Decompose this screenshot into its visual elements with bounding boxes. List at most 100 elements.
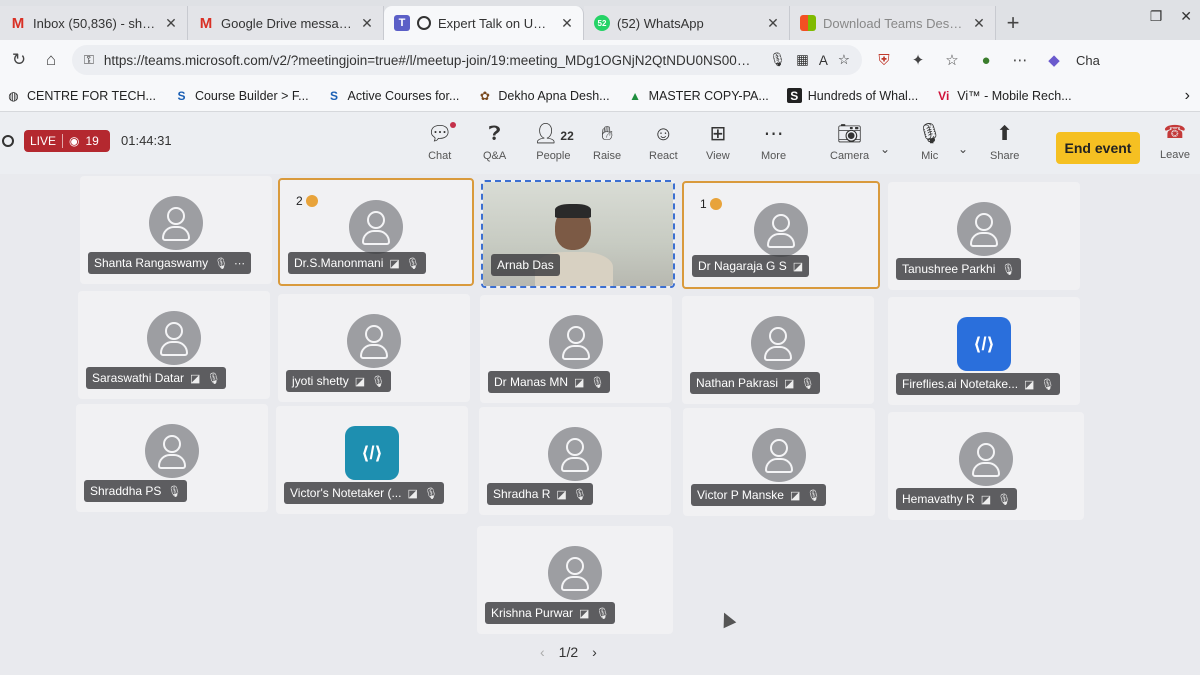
participant-tile[interactable]: 1 Dr Nagaraja G S ◪ xyxy=(682,181,880,289)
more-menu-icon[interactable]: ⋯ xyxy=(1008,51,1032,69)
participant-tile[interactable]: Saraswathi Datar ◪ 🎙︎ xyxy=(78,291,270,399)
chat-button[interactable]: 💬︎ Chat xyxy=(427,122,457,162)
mic-off-icon: 🎙︎ xyxy=(206,372,221,385)
new-tab-button[interactable]: + xyxy=(996,6,1030,40)
close-icon[interactable]: ✕ xyxy=(359,15,375,32)
home-icon[interactable]: ⌂ xyxy=(40,50,62,70)
participant-name: Victor's Notetaker (... xyxy=(290,486,402,500)
participant-name-tag: Victor's Notetaker (... ◪ 🎙︎ xyxy=(284,482,444,504)
bookmark-item[interactable]: S Hundreds of Whal... xyxy=(786,88,918,103)
mic-options-chevron-icon[interactable]: ⌄ xyxy=(958,142,968,156)
participant-name: Saraswathi Datar xyxy=(92,371,185,385)
address-bar[interactable]: ⚿ https://teams.microsoft.com/v2/?meetin… xyxy=(72,45,862,75)
close-icon[interactable]: ✕ xyxy=(765,15,781,32)
participant-tile[interactable]: Victor P Manske ◪ 🎙︎ xyxy=(683,408,875,516)
bookmark-item[interactable]: ✿ Dekho Apna Desh... xyxy=(477,88,610,103)
camera-button[interactable]: 📷︎ Camera xyxy=(830,122,869,162)
participant-tile[interactable]: ⟨/⟩ Victor's Notetaker (... ◪ 🎙︎ xyxy=(276,406,468,514)
participant-tile[interactable]: Krishna Purwar ◪ 🎙︎ xyxy=(477,526,673,634)
leave-button[interactable]: ☎ Leave xyxy=(1160,122,1190,161)
divider xyxy=(62,134,64,148)
profile-label[interactable]: Cha xyxy=(1076,53,1100,68)
participant-name-tag: Shraddha PS 🎙︎ xyxy=(84,480,188,502)
bookmark-item[interactable]: S Active Courses for... xyxy=(327,88,459,103)
participant-tile[interactable]: Nathan Pakrasi ◪ 🎙︎ xyxy=(682,296,874,404)
participant-tile[interactable]: 2 Dr.S.Manonmani ◪ 🎙︎ xyxy=(278,178,474,286)
bookmark-item[interactable]: Vi Vi™ - Mobile Rech... xyxy=(936,88,1071,103)
browser-tab-whatsapp[interactable]: 52 (52) WhatsApp ✕ xyxy=(584,6,790,40)
participant-tile[interactable]: Shradha R ◪ 🎙︎ xyxy=(479,407,671,515)
camera-off-icon: ◪ xyxy=(784,377,795,390)
participant-tile[interactable]: Hemavathy R ◪ 🎙︎ xyxy=(888,412,1084,520)
qa-button[interactable]: ❓︎ Q&A xyxy=(483,122,506,162)
mic-button[interactable]: 🎙︎ Mic xyxy=(917,122,942,162)
gallery-pager: ‹ 1/2 › xyxy=(540,644,597,660)
bookmark-item[interactable]: ▲ MASTER COPY-PA... xyxy=(628,88,769,103)
bookmark-item[interactable]: S Course Builder > F... xyxy=(174,88,308,103)
mic-off-icon: 🎙︎ xyxy=(997,493,1012,506)
participant-tile[interactable]: Dr Manas MN ◪ 🎙︎ xyxy=(480,295,672,403)
participant-name-tag: Shanta Rangaswamy 🎙︎ ⋯ xyxy=(88,252,252,274)
site-info-icon[interactable]: ⚿ xyxy=(84,52,94,68)
participant-name: Dr.S.Manonmani xyxy=(294,256,384,270)
fireflies-app-icon: ⟨/⟩ xyxy=(957,317,1011,371)
share-label: Share xyxy=(990,150,1020,162)
camera-off-icon: ◪ xyxy=(556,488,567,501)
camera-off-icon: ◪ xyxy=(389,257,400,270)
participant-tile[interactable]: Tanushree Parkhi 🎙︎ xyxy=(888,182,1080,290)
end-event-button[interactable]: End event xyxy=(1056,132,1140,164)
raise-hand-button[interactable]: ✋︎ Raise xyxy=(593,122,621,162)
participant-tile-active-speaker[interactable]: Arnab Das xyxy=(481,180,675,288)
share-button[interactable]: ⬆ Share xyxy=(990,122,1019,162)
camera-off-icon: ◪ xyxy=(789,489,801,502)
next-page-icon[interactable]: › xyxy=(592,644,597,660)
participant-tile[interactable]: jyoti shetty ◪ 🎙︎ xyxy=(278,294,470,402)
profile-extension-icon[interactable]: ● xyxy=(974,52,998,69)
avatar-icon xyxy=(548,546,602,600)
browser-tab-download-teams[interactable]: Download Teams Desktop ✕ xyxy=(790,6,996,40)
people-button[interactable]: 👤︎ 22 People xyxy=(533,122,574,162)
restore-window-icon[interactable]: ❐ xyxy=(1150,8,1163,25)
close-icon[interactable]: ✕ xyxy=(971,15,987,32)
microphone-permission-icon[interactable]: 🎙 xyxy=(769,52,786,68)
apps-icon[interactable]: ▦ xyxy=(796,52,809,68)
favorites-icon[interactable]: ☆ xyxy=(940,51,964,69)
close-icon[interactable]: ✕ xyxy=(559,15,575,32)
participant-tile[interactable]: Shraddha PS 🎙︎ xyxy=(76,404,268,512)
camera-options-chevron-icon[interactable]: ⌄ xyxy=(880,142,890,156)
notetaker-app-icon: ⟨/⟩ xyxy=(345,426,399,480)
more-button[interactable]: ⋯ More xyxy=(761,122,786,162)
participant-name-tag: Dr Nagaraja G S ◪ xyxy=(692,255,810,277)
chat-icon: 💬︎ xyxy=(427,122,457,146)
participant-tile[interactable]: ⟨/⟩ Fireflies.ai Notetake... ◪ 🎙︎ xyxy=(888,297,1080,405)
copilot-icon[interactable]: ◆ xyxy=(1042,51,1066,69)
view-button[interactable]: ⊞ View xyxy=(706,122,730,162)
chevron-right-icon[interactable]: › xyxy=(1185,87,1190,105)
browser-tab-teams-meeting[interactable]: T Expert Talk on Underw ✕ xyxy=(384,6,584,40)
avatar-icon xyxy=(751,316,805,370)
favorite-star-icon[interactable]: ☆ xyxy=(838,52,850,68)
close-window-icon[interactable]: ✕ xyxy=(1180,8,1192,25)
participant-name: Shraddha PS xyxy=(90,484,162,498)
camera-off-icon: ◪ xyxy=(792,260,804,273)
bookmark-item[interactable]: ◍ CENTRE FOR TECH... xyxy=(6,88,156,103)
camera-off-icon: ◪ xyxy=(407,487,418,500)
close-icon[interactable]: ✕ xyxy=(163,15,179,32)
browser-tab-google-drive[interactable]: M Google Drive messaged you ✕ xyxy=(188,6,384,40)
read-aloud-icon[interactable]: A xyxy=(819,53,828,68)
browser-tab-gmail-inbox[interactable]: M Inbox (50,836) - shantharan ✕ xyxy=(0,6,188,40)
refresh-icon[interactable]: ↻ xyxy=(8,50,30,70)
participant-name: Nathan Pakrasi xyxy=(696,376,779,390)
participant-tile[interactable]: Shanta Rangaswamy 🎙︎ ⋯ xyxy=(80,176,272,284)
previous-page-icon[interactable]: ‹ xyxy=(540,644,545,660)
participant-name: Dr Nagaraja G S xyxy=(698,259,787,273)
more-options-icon[interactable]: ⋯ xyxy=(234,257,245,270)
extensions-icon[interactable]: ✦ xyxy=(906,51,930,69)
s-icon: S xyxy=(786,88,802,103)
grid-icon: ⊞ xyxy=(709,123,727,145)
avatar-icon xyxy=(548,427,602,481)
shield-extension-icon[interactable]: ⛨ xyxy=(872,52,896,69)
dap-icon: ✿ xyxy=(479,88,490,103)
globe-icon: ◍ xyxy=(8,88,19,103)
react-button[interactable]: ☺ React xyxy=(649,122,678,162)
